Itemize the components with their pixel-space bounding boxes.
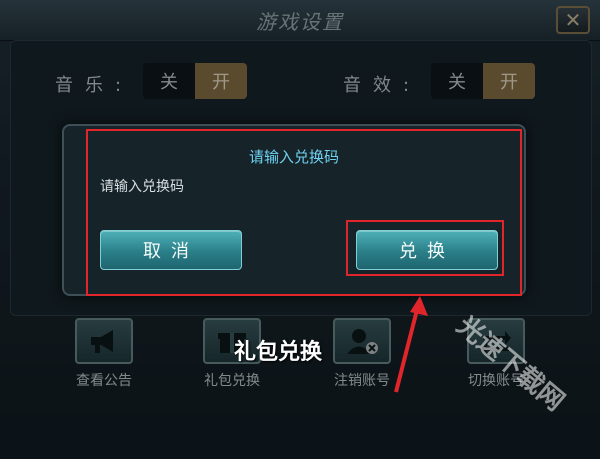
highlight-redeem-button	[346, 220, 504, 276]
annotation-label: 礼包兑换	[234, 340, 323, 365]
